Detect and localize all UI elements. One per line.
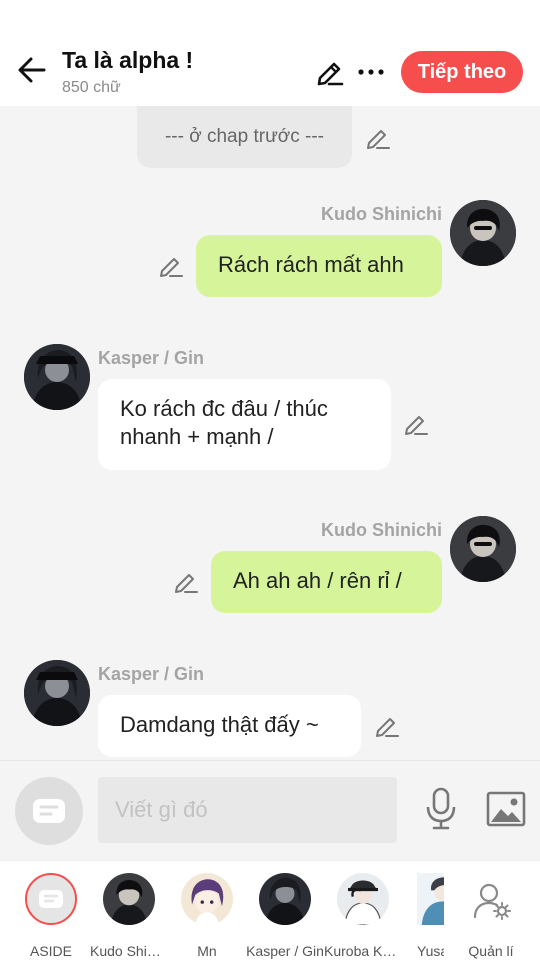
chat-bubble-icon bbox=[33, 799, 65, 823]
character-yusa[interactable]: Yusa bbox=[404, 871, 444, 960]
avatar bbox=[103, 873, 155, 925]
sender-name: Kasper / Gin bbox=[98, 664, 205, 684]
message-bubble[interactable]: Damdang thật đấy ~ bbox=[98, 695, 361, 757]
character-bar: ASIDE Kudo Shinichi Mn Kasper / Gin Kuro… bbox=[0, 860, 540, 960]
avatar bbox=[259, 873, 311, 925]
avatar bbox=[417, 873, 444, 925]
more-icon[interactable] bbox=[356, 60, 386, 84]
pencil-icon[interactable] bbox=[373, 712, 401, 740]
word-count: 850 chữ bbox=[62, 79, 121, 96]
microphone-icon[interactable] bbox=[423, 787, 459, 831]
aside-button[interactable] bbox=[15, 777, 83, 845]
message-bubble[interactable]: Ko rách đc đâu / thúc nhanh + mạnh / bbox=[98, 379, 391, 470]
user-settings-icon bbox=[473, 883, 511, 920]
avatar[interactable] bbox=[450, 516, 516, 582]
character-label: ASIDE bbox=[29, 943, 72, 959]
pencil-icon[interactable] bbox=[364, 124, 392, 152]
sender-name: Kudo Shinichi bbox=[321, 520, 442, 540]
message-composer bbox=[0, 760, 540, 860]
story-title: Ta là alpha ! bbox=[62, 47, 194, 73]
character-mn[interactable]: Mn bbox=[168, 871, 246, 960]
image-icon[interactable] bbox=[486, 791, 526, 827]
back-arrow-icon[interactable] bbox=[14, 54, 50, 86]
character-aside[interactable]: ASIDE bbox=[12, 871, 90, 960]
avatar bbox=[337, 873, 389, 925]
pencil-icon[interactable] bbox=[157, 252, 185, 280]
message-input-box[interactable] bbox=[98, 777, 397, 843]
sender-name: Kasper / Gin bbox=[98, 348, 205, 368]
top-bar: Ta là alpha ! 850 chữ Tiếp theo bbox=[0, 0, 540, 106]
avatar[interactable] bbox=[24, 660, 90, 726]
manage-characters-button[interactable]: Quản lí bbox=[452, 871, 530, 960]
message-input[interactable] bbox=[98, 777, 397, 843]
previous-chapter-label[interactable]: --- ở chap trước --- bbox=[137, 106, 352, 168]
character-label: Quản lí bbox=[468, 943, 514, 959]
avatar[interactable] bbox=[450, 200, 516, 266]
aside-avatar bbox=[25, 873, 77, 925]
avatar[interactable] bbox=[24, 344, 90, 410]
character-label: Yusa bbox=[417, 943, 444, 959]
character-kasper[interactable]: Kasper / Gin bbox=[246, 871, 324, 960]
character-kuroba[interactable]: Kuroba Kaito bbox=[324, 871, 402, 960]
message-bubble[interactable]: Ah ah ah / rên rỉ / bbox=[211, 551, 442, 613]
avatar bbox=[181, 873, 233, 925]
pencil-icon[interactable] bbox=[172, 568, 200, 596]
pencil-icon[interactable] bbox=[402, 410, 430, 438]
chat-area[interactable]: --- ở chap trước --- Kudo Shinichi Rách … bbox=[0, 106, 540, 760]
pencil-icon[interactable] bbox=[314, 56, 346, 88]
next-button[interactable]: Tiếp theo bbox=[401, 51, 523, 93]
sender-name: Kudo Shinichi bbox=[321, 204, 442, 224]
character-label: Kuroba Kaito bbox=[324, 943, 402, 959]
character-label: Kasper / Gin bbox=[246, 943, 324, 959]
character-kudo[interactable]: Kudo Shinichi bbox=[90, 871, 168, 960]
message-bubble[interactable]: Rách rách mất ahh bbox=[196, 235, 442, 297]
character-label: Mn bbox=[197, 943, 217, 959]
chat-bubble-icon bbox=[39, 890, 63, 908]
character-label: Kudo Shinichi bbox=[90, 943, 168, 959]
